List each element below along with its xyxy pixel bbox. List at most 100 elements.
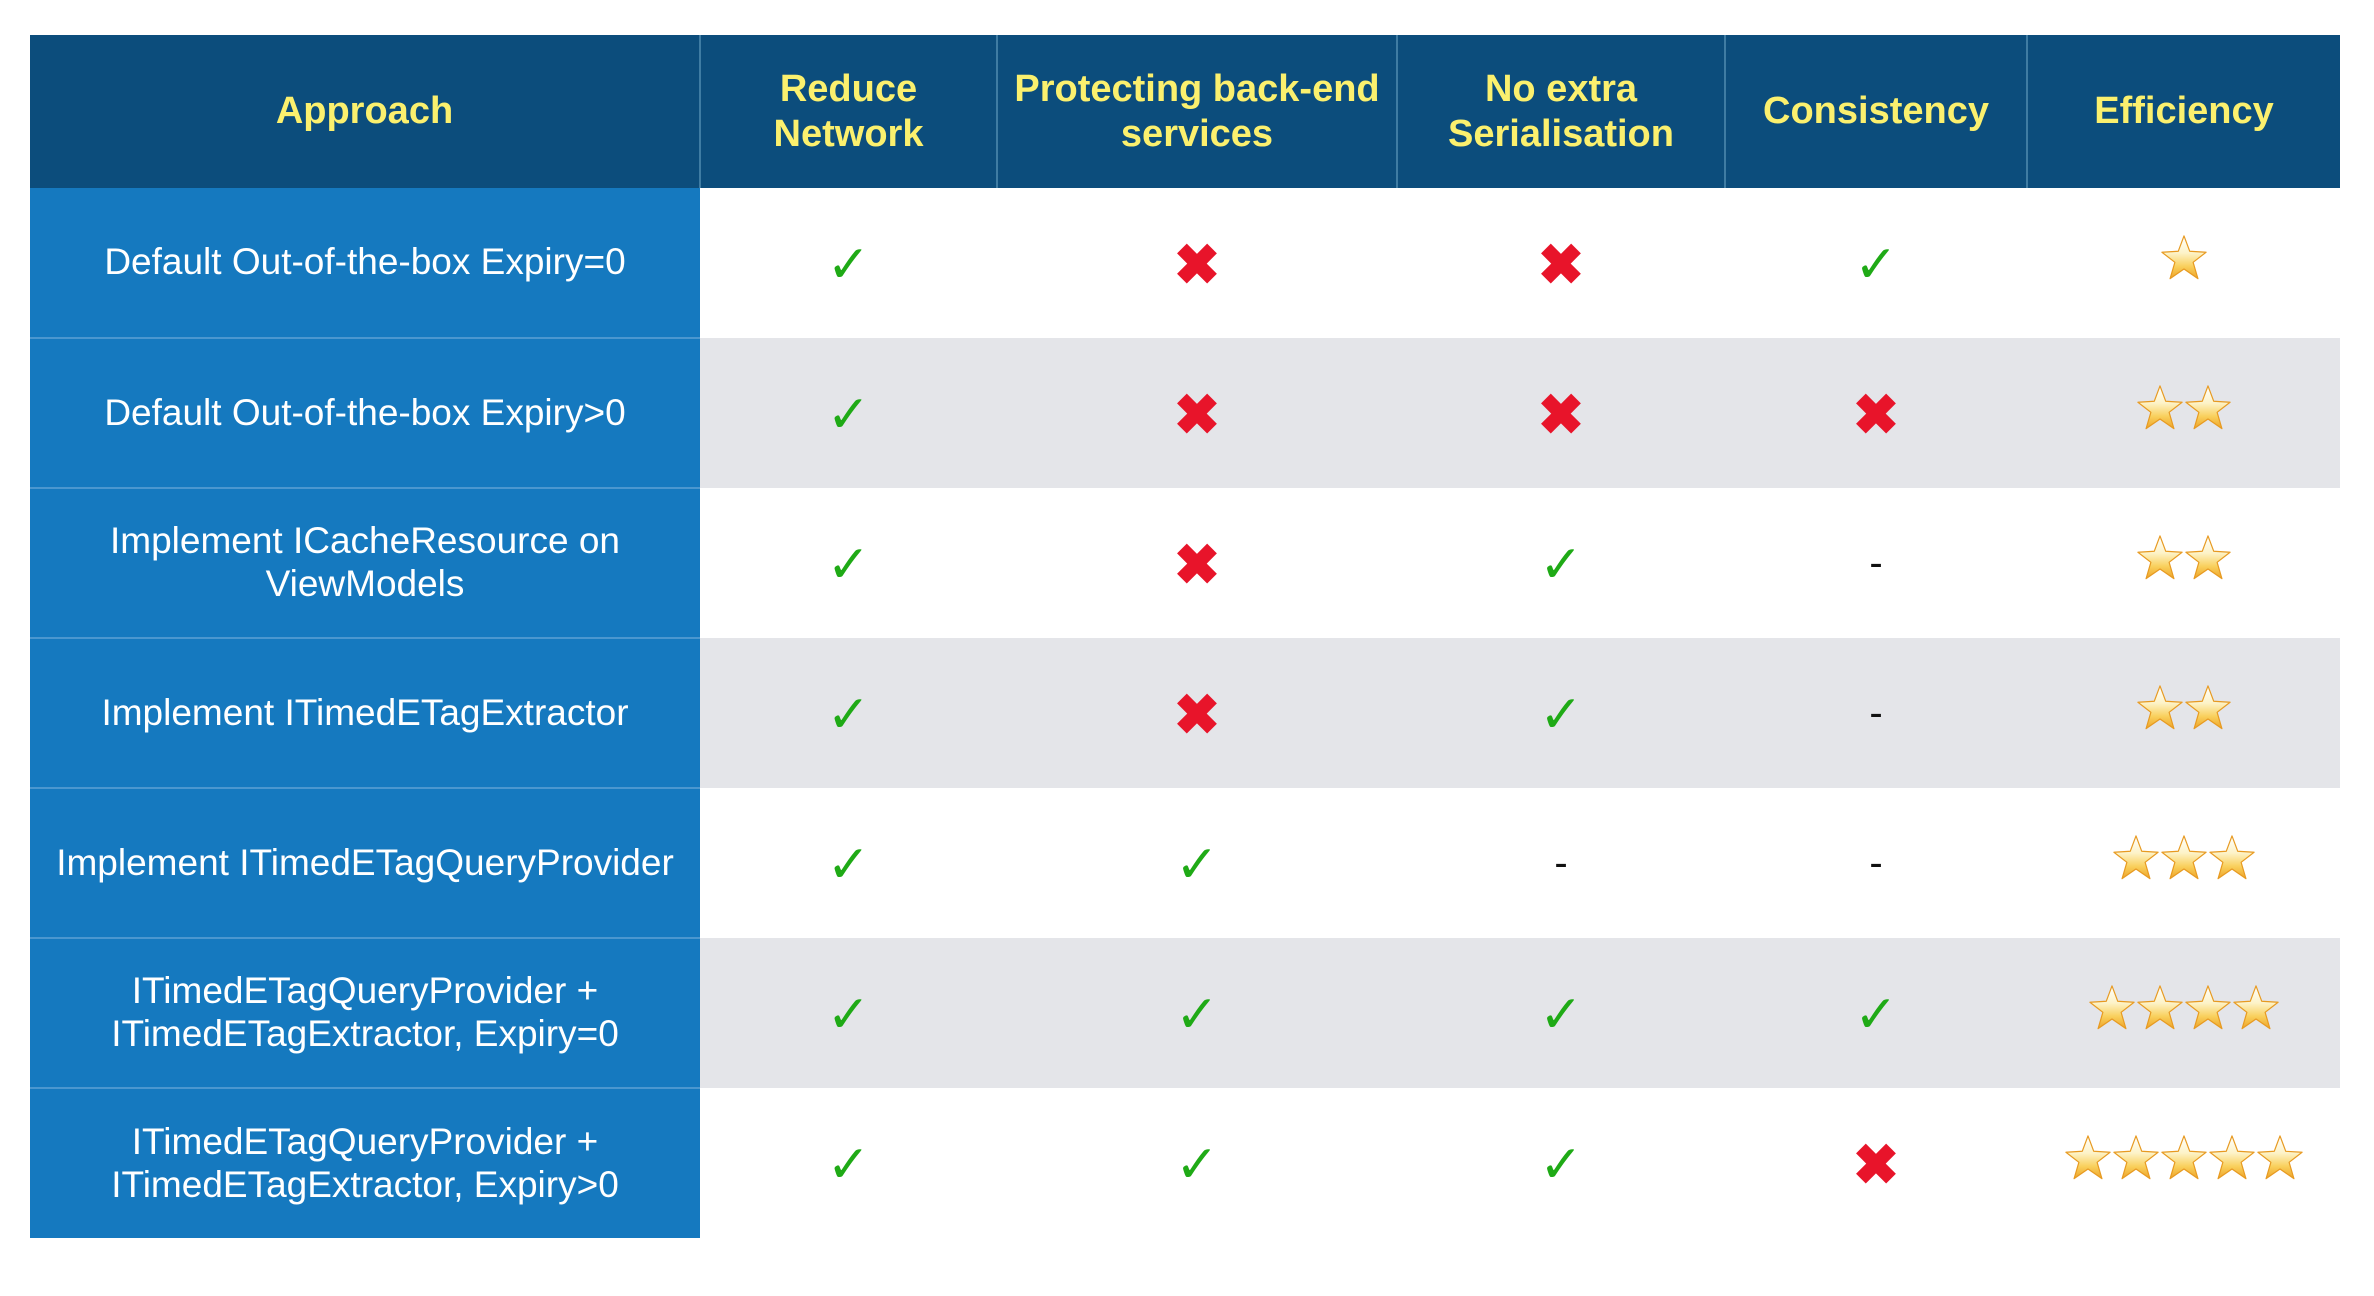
table-row: ITimedETagQueryProvider + ITimedETagExtr…: [30, 938, 2340, 1089]
check-icon: ✓: [1175, 985, 1219, 1044]
check-icon: ✓: [1175, 835, 1219, 894]
cell-reduce-network: ✓: [700, 488, 997, 638]
efficiency-rating: [2160, 234, 2208, 282]
check-icon: ✓: [1854, 235, 1898, 294]
star-icon: [2184, 984, 2232, 1032]
star-icon: [2256, 1134, 2304, 1182]
check-icon: ✓: [1854, 985, 1898, 1044]
approach-label: Default Out-of-the-box Expiry>0: [30, 338, 700, 489]
cell-no-extra-serialisation: ✖: [1397, 188, 1725, 338]
cell-no-extra-serialisation: ✓: [1397, 1088, 1725, 1238]
approach-label: ITimedETagQueryProvider + ITimedETagExtr…: [30, 1088, 700, 1238]
cell-protecting-backend-services: ✖: [997, 488, 1397, 638]
column-header-consistency: Consistency: [1725, 35, 2028, 188]
check-icon: ✓: [826, 385, 871, 444]
cell-efficiency: [2027, 188, 2340, 338]
star-icon: [2136, 684, 2184, 732]
check-icon: ✓: [1539, 1135, 1583, 1194]
approach-label: ITimedETagQueryProvider + ITimedETagExtr…: [30, 938, 700, 1089]
cell-efficiency: [2027, 638, 2340, 788]
cell-protecting-backend-services: ✖: [997, 338, 1397, 488]
efficiency-rating: [2136, 684, 2232, 732]
table-row: Implement ICacheResource on ViewModels ✓ ✖…: [30, 488, 2340, 639]
table-row: Implement ITimedETagExtractor ✓ ✖ ✓ -: [30, 638, 2340, 789]
cross-icon: ✖: [1173, 532, 1221, 596]
dash-marker: -: [1869, 840, 1883, 885]
table-row: ITimedETagQueryProvider + ITimedETagExtr…: [30, 1088, 2340, 1238]
cell-reduce-network: ✓: [700, 788, 997, 938]
cell-consistency: ✓: [1725, 188, 2027, 338]
star-icon: [2160, 834, 2208, 882]
dash-marker: -: [1869, 540, 1883, 585]
efficiency-rating: [2064, 1134, 2304, 1182]
approach-label: Default Out-of-the-box Expiry=0: [30, 188, 700, 339]
cross-icon: ✖: [1852, 382, 1900, 446]
table-header: Approach Reduce Network Protecting back-…: [30, 35, 2340, 188]
star-icon: [2136, 984, 2184, 1032]
star-icon: [2160, 234, 2208, 282]
approach-comparison-table: Approach Reduce Network Protecting back-…: [30, 35, 2340, 1238]
star-icon: [2136, 534, 2184, 582]
cell-no-extra-serialisation: ✓: [1397, 938, 1725, 1088]
efficiency-rating: [2136, 534, 2232, 582]
check-icon: ✓: [826, 985, 871, 1044]
star-icon: [2184, 684, 2232, 732]
cross-icon: ✖: [1173, 232, 1221, 296]
cell-consistency: ✖: [1725, 338, 2027, 488]
cell-efficiency: [2027, 338, 2340, 488]
approach-label: Implement ICacheResource on ViewModels: [30, 488, 700, 639]
cell-reduce-network: ✓: [700, 188, 997, 338]
star-icon: [2184, 384, 2232, 432]
approach-label: Implement ITimedETagExtractor: [30, 638, 700, 789]
cell-protecting-backend-services: ✖: [997, 188, 1397, 338]
cell-reduce-network: ✓: [700, 938, 997, 1088]
cell-protecting-backend-services: ✖: [997, 638, 1397, 788]
header-row: Approach Reduce Network Protecting back-…: [30, 35, 2340, 188]
table-body: Default Out-of-the-box Expiry=0 ✓ ✖ ✖ ✓ Defau…: [30, 188, 2340, 1238]
efficiency-rating: [2136, 384, 2232, 432]
cross-icon: ✖: [1173, 382, 1221, 446]
cell-efficiency: [2027, 938, 2340, 1088]
cell-protecting-backend-services: ✓: [997, 788, 1397, 938]
efficiency-rating: [2088, 984, 2280, 1032]
cell-consistency: ✓: [1725, 938, 2027, 1088]
check-icon: ✓: [826, 835, 871, 894]
cell-no-extra-serialisation: ✖: [1397, 338, 1725, 488]
star-icon: [2208, 834, 2256, 882]
table-row: Implement ITimedETagQueryProvider ✓ ✓ - -: [30, 788, 2340, 939]
cell-reduce-network: ✓: [700, 1088, 997, 1238]
star-icon: [2064, 1134, 2112, 1182]
table-row: Default Out-of-the-box Expiry>0 ✓ ✖ ✖ ✖: [30, 338, 2340, 489]
column-header-reduce-network: Reduce Network: [700, 35, 998, 188]
cell-reduce-network: ✓: [700, 638, 997, 788]
check-icon: ✓: [1539, 685, 1583, 744]
check-icon: ✓: [1175, 1135, 1219, 1194]
cell-consistency: -: [1725, 488, 2027, 638]
cell-no-extra-serialisation: -: [1397, 788, 1725, 938]
star-icon: [2136, 384, 2184, 432]
cross-icon: ✖: [1537, 382, 1585, 446]
star-icon: [2088, 984, 2136, 1032]
cross-icon: ✖: [1173, 682, 1221, 746]
approach-label: Implement ITimedETagQueryProvider: [30, 788, 700, 939]
cross-icon: ✖: [1852, 1132, 1900, 1196]
star-icon: [2160, 1134, 2208, 1182]
check-icon: ✓: [1539, 985, 1583, 1044]
table-row: Default Out-of-the-box Expiry=0 ✓ ✖ ✖ ✓: [30, 188, 2340, 339]
check-icon: ✓: [1539, 535, 1583, 594]
star-icon: [2112, 1134, 2160, 1182]
check-icon: ✓: [826, 235, 871, 294]
cell-no-extra-serialisation: ✓: [1397, 638, 1725, 788]
column-header-approach: Approach: [30, 35, 701, 188]
efficiency-rating: [2112, 834, 2256, 882]
dash-marker: -: [1869, 690, 1883, 735]
check-icon: ✓: [826, 1135, 871, 1194]
cell-no-extra-serialisation: ✓: [1397, 488, 1725, 638]
column-header-no-extra-serialisation: No extra Serialisation: [1397, 35, 1726, 188]
cell-consistency: -: [1725, 638, 2027, 788]
cell-consistency: -: [1725, 788, 2027, 938]
column-header-efficiency: Efficiency: [2027, 35, 2340, 188]
cross-icon: ✖: [1537, 232, 1585, 296]
check-icon: ✓: [826, 685, 871, 744]
comparison-table-container: Approach Reduce Network Protecting back-…: [30, 35, 2340, 1238]
